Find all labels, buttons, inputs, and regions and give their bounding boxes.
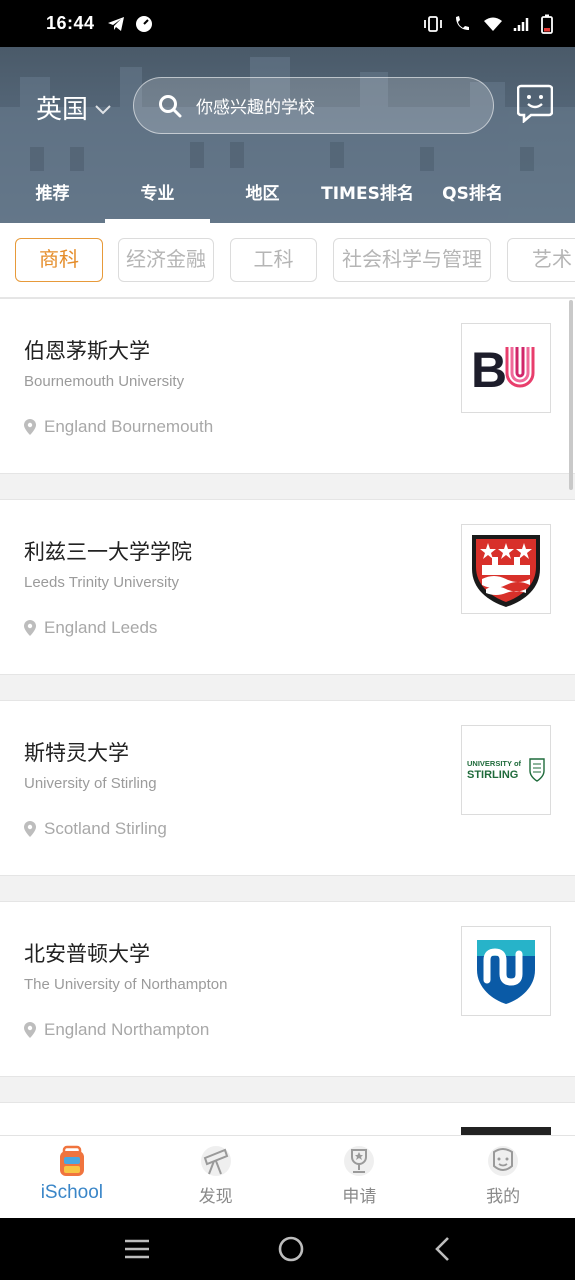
school-name-en: The University of Northampton	[24, 976, 228, 993]
wifi-call-icon	[456, 15, 469, 30]
tab-major[interactable]: 专业	[105, 169, 210, 223]
tab-times-ranking[interactable]: TIMES排名	[315, 169, 420, 223]
chip-engineering[interactable]: 工科	[230, 238, 317, 282]
status-time: 16:44	[46, 13, 95, 33]
recent-apps-icon[interactable]	[123, 1238, 151, 1260]
school-card[interactable]: 利兹三一大学学院 Leeds Trinity University Englan…	[0, 499, 575, 675]
school-location: Scotland Stirling	[24, 819, 167, 839]
chevron-down-icon	[95, 104, 111, 114]
location-pin-icon	[24, 821, 36, 837]
location-pin-icon	[24, 1022, 36, 1038]
nav-label: 我的	[486, 1187, 521, 1207]
chip-economics-finance[interactable]: 经济金融	[118, 238, 214, 282]
trophy-icon	[344, 1146, 375, 1176]
chip-business[interactable]: 商科	[15, 238, 103, 282]
school-location: England Bournemouth	[24, 417, 213, 437]
telescope-icon	[200, 1146, 231, 1176]
school-name: 利兹三一大学学院	[24, 540, 192, 564]
location-pin-icon	[24, 419, 36, 435]
battery-icon	[541, 14, 553, 34]
search-icon	[159, 94, 182, 117]
school-card[interactable]: 北安普顿大学 The University of Northampton Eng…	[0, 901, 575, 1077]
profile-icon	[488, 1146, 519, 1176]
back-icon[interactable]	[432, 1236, 452, 1262]
school-location-text: England Northampton	[44, 1020, 210, 1039]
status-bar: 16:44	[0, 0, 575, 47]
school-location-text: England Leeds	[44, 618, 158, 637]
wifi-icon	[484, 17, 502, 31]
tab-region[interactable]: 地区	[210, 169, 315, 223]
home-icon[interactable]	[277, 1235, 305, 1263]
bottom-navigation: iSchool 发现 申请 我的	[0, 1135, 575, 1218]
school-logo: B	[461, 323, 551, 413]
category-tabs: 推荐 专业 地区 TIMES排名 QS排名	[0, 169, 575, 223]
nav-discover[interactable]: 发现	[144, 1136, 288, 1218]
chip-social-science-management[interactable]: 社会科学与管理	[333, 238, 491, 282]
school-location: England Leeds	[24, 618, 157, 638]
telegram-icon	[107, 16, 124, 31]
school-name-en: University of Stirling	[24, 775, 157, 792]
bu-letter-b: B	[471, 343, 507, 393]
system-navigation-bar	[0, 1218, 575, 1280]
school-logo	[461, 926, 551, 1016]
vibrate-icon	[424, 15, 442, 32]
school-name: 伯恩茅斯大学	[24, 339, 150, 363]
speed-icon	[135, 15, 152, 32]
northampton-logo-icon	[477, 940, 535, 1004]
scrollbar[interactable]	[569, 300, 573, 490]
country-selector[interactable]: 英国	[36, 89, 112, 126]
message-button[interactable]	[516, 83, 554, 127]
signal-icon	[513, 17, 529, 31]
bu-logo-icon: B	[471, 343, 535, 393]
school-location: England Northampton	[24, 1020, 209, 1040]
school-location-text: England Bournemouth	[44, 417, 214, 436]
location-pin-icon	[24, 620, 36, 636]
subject-chip-bar: 商科 经济金融 工科 社会科学与管理 艺术	[0, 223, 575, 298]
svg-text:STIRLING: STIRLING	[467, 769, 518, 781]
school-card[interactable]: 伯恩茅斯大学 Bournemouth University England Bo…	[0, 298, 575, 474]
nav-label: iSchool	[40, 1182, 104, 1203]
country-label: 英国	[36, 95, 89, 125]
nav-label: 发现	[198, 1187, 233, 1207]
leeds-trinity-crest-icon	[472, 535, 540, 607]
nav-apply[interactable]: 申请	[288, 1136, 432, 1218]
school-logo: UNIVERSITY of STIRLING	[461, 725, 551, 815]
school-name-en: Bournemouth University	[24, 373, 185, 390]
tab-qs-ranking[interactable]: QS排名	[420, 169, 525, 223]
nav-profile[interactable]: 我的	[431, 1136, 575, 1218]
nav-ischool[interactable]: iSchool	[0, 1136, 144, 1218]
svg-text:UNIVERSITY of: UNIVERSITY of	[467, 759, 522, 768]
chat-face-icon	[516, 84, 554, 124]
search-placeholder: 你感兴趣的学校	[196, 98, 315, 118]
school-logo	[461, 524, 551, 614]
stirling-logo-icon: UNIVERSITY of STIRLING	[467, 758, 545, 782]
school-card[interactable]: 斯特灵大学 University of Stirling Scotland St…	[0, 700, 575, 876]
school-name: 北安普顿大学	[24, 942, 150, 966]
nav-label: 申请	[342, 1187, 377, 1207]
search-input[interactable]: 你感兴趣的学校	[133, 77, 494, 134]
header: 英国 你感兴趣的学校 推荐 专业 地区 TIMES排名 QS排名	[0, 47, 575, 223]
chip-art[interactable]: 艺术	[507, 238, 575, 282]
backpack-icon	[59, 1145, 84, 1176]
school-name-en: Leeds Trinity University	[24, 574, 180, 591]
school-location-text: Scotland Stirling	[44, 819, 167, 838]
tab-recommend[interactable]: 推荐	[0, 169, 105, 223]
school-name: 斯特灵大学	[24, 741, 129, 765]
